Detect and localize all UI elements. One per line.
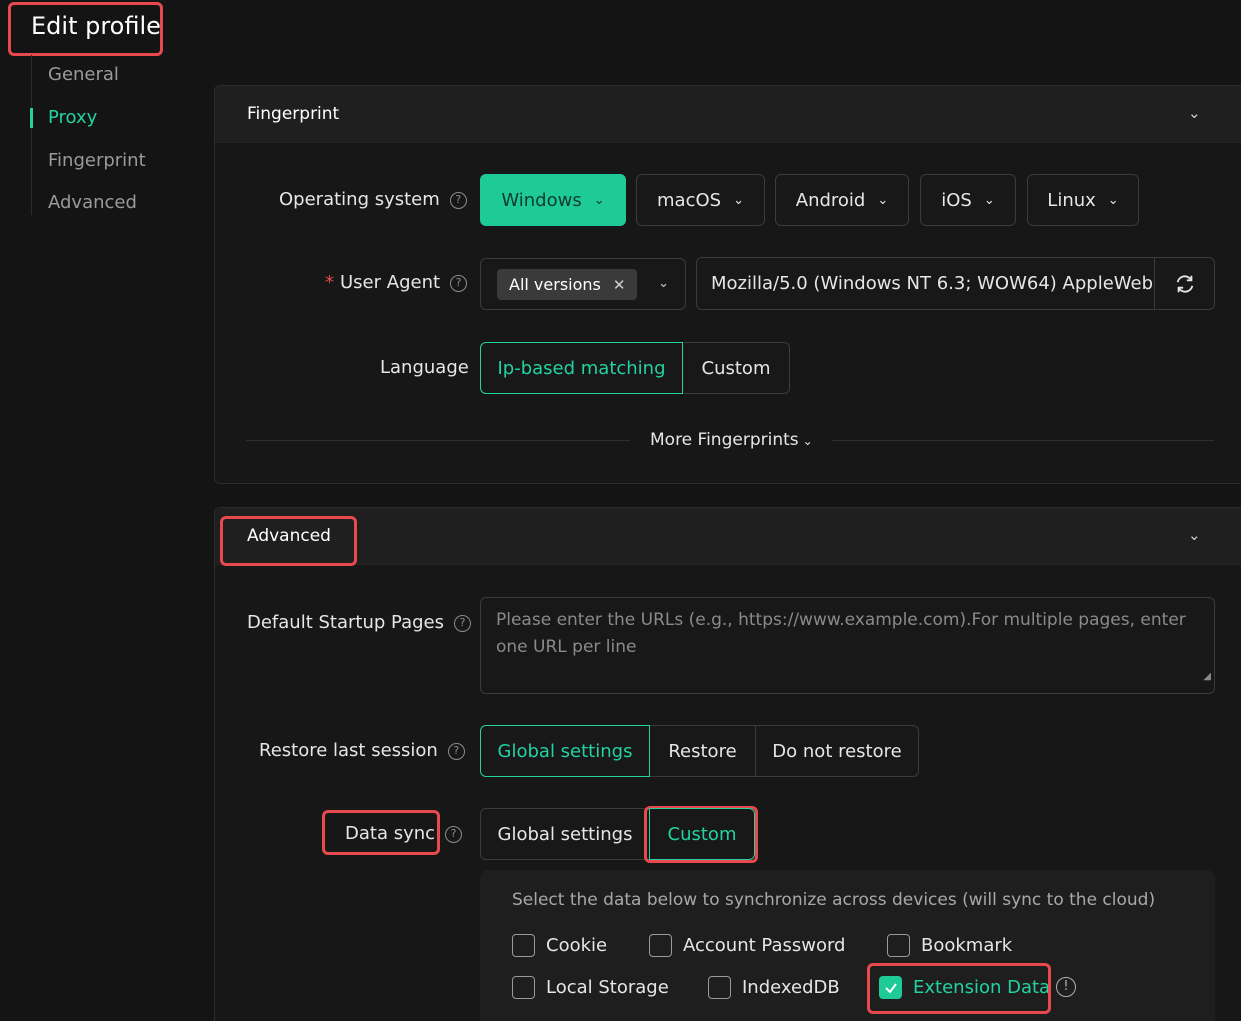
checkbox-label: Bookmark: [921, 935, 1013, 956]
data-sync-option-global[interactable]: Global settings: [480, 808, 650, 860]
advanced-title: Advanced: [247, 526, 331, 546]
chevron-down-icon: ⌄: [1107, 192, 1119, 208]
fingerprint-header[interactable]: Fingerprint ⌄: [215, 86, 1241, 143]
check-icon: [884, 982, 897, 994]
sidebar-active-indicator: [30, 108, 33, 128]
chevron-down-icon: ⌄: [877, 192, 889, 208]
version-tag: All versions ✕: [497, 269, 638, 300]
chevron-down-icon[interactable]: ⌄: [1188, 526, 1201, 544]
checkbox-box[interactable]: [879, 976, 902, 999]
chevron-down-icon: ⌄: [593, 192, 605, 208]
divider: [832, 440, 1214, 441]
restore-option-do-not-restore[interactable]: Do not restore: [755, 725, 919, 777]
refresh-button[interactable]: [1154, 257, 1215, 310]
close-icon[interactable]: ✕: [613, 276, 626, 294]
startup-pages-textarea[interactable]: Please enter the URLs (e.g., https://www…: [480, 597, 1215, 694]
sidebar-item-proxy[interactable]: Proxy: [48, 107, 97, 128]
page-title: Edit profile: [31, 12, 161, 40]
chevron-down-icon: ⌄: [983, 192, 995, 208]
data-sync-label: Data sync?: [345, 823, 463, 844]
help-icon[interactable]: ?: [447, 742, 465, 760]
os-option-macos[interactable]: macOS ⌄: [636, 174, 765, 226]
os-option-label: macOS: [657, 189, 722, 211]
startup-pages-label-text: Default Startup Pages: [247, 612, 444, 633]
language-label: Language: [380, 357, 469, 378]
checkbox-label: Extension Data: [913, 977, 1051, 998]
sidebar-item-advanced[interactable]: Advanced: [48, 192, 137, 213]
chevron-down-icon: ⌄: [802, 434, 813, 448]
os-option-label: iOS: [941, 189, 972, 211]
language-option-ip[interactable]: Ip-based matching: [480, 342, 683, 394]
divider: [246, 440, 630, 441]
os-option-windows[interactable]: Windows ⌄: [480, 174, 626, 226]
ua-version-select[interactable]: All versions ✕ ⌄: [480, 258, 686, 310]
os-option-label: Linux: [1047, 189, 1096, 211]
language-selector: Ip-based matching Custom: [480, 342, 790, 394]
checkbox-local-storage[interactable]: Local Storage: [512, 976, 669, 999]
data-sync-option-custom[interactable]: Custom: [649, 808, 755, 860]
checkbox-label: Account Password: [683, 935, 846, 956]
chevron-down-icon: ⌄: [658, 276, 669, 291]
restore-option-global[interactable]: Global settings: [480, 725, 650, 777]
language-option-custom[interactable]: Custom: [682, 342, 790, 394]
startup-pages-label: Default Startup Pages?: [247, 612, 471, 633]
chevron-down-icon: ⌄: [733, 192, 744, 208]
sidebar-item-fingerprint[interactable]: Fingerprint: [48, 150, 146, 171]
user-agent-label: * User Agent?: [325, 272, 468, 293]
os-label-text: Operating system: [279, 189, 440, 210]
checkbox-label: Cookie: [546, 935, 608, 956]
info-icon[interactable]: !: [1056, 977, 1076, 997]
user-agent-input[interactable]: Mozilla/5.0 (Windows NT 6.3; WOW64) Appl…: [696, 257, 1156, 310]
sync-description: Select the data below to synchronize acr…: [512, 890, 1156, 910]
version-tag-label: All versions: [509, 275, 601, 294]
checkbox-box[interactable]: [708, 976, 731, 999]
data-sync-selector: Global settings Custom: [480, 808, 755, 860]
more-fingerprints-link[interactable]: More Fingerprints ⌄: [650, 430, 813, 450]
os-option-label: Windows: [501, 189, 582, 211]
help-icon[interactable]: ?: [449, 191, 467, 209]
checkbox-indexeddb[interactable]: IndexedDB: [708, 976, 840, 999]
more-fingerprints-label: More Fingerprints: [650, 430, 799, 450]
sidebar-item-general[interactable]: General: [48, 64, 119, 85]
resize-handle-icon[interactable]: ◢: [1203, 663, 1211, 690]
restore-session-label-text: Restore last session: [259, 740, 438, 761]
os-option-android[interactable]: Android ⌄: [775, 174, 909, 226]
os-option-ios[interactable]: iOS ⌄: [920, 174, 1016, 226]
checkbox-box[interactable]: [649, 934, 672, 957]
help-icon[interactable]: ?: [445, 825, 463, 843]
os-option-label: Android: [795, 189, 866, 211]
checkbox-bookmark[interactable]: Bookmark: [887, 934, 1012, 957]
refresh-icon: [1176, 274, 1193, 293]
checkbox-cookie[interactable]: Cookie: [512, 934, 607, 957]
checkbox-box[interactable]: [512, 934, 535, 957]
user-agent-label-text: User Agent: [340, 272, 441, 293]
required-marker: *: [325, 272, 334, 293]
checkbox-account-password[interactable]: Account Password: [649, 934, 845, 957]
os-option-linux[interactable]: Linux ⌄: [1027, 174, 1139, 226]
checkbox-label: Local Storage: [546, 977, 669, 998]
fingerprint-title: Fingerprint: [247, 104, 340, 124]
restore-option-restore[interactable]: Restore: [649, 725, 756, 777]
help-icon[interactable]: ?: [450, 274, 468, 292]
checkbox-extension-data[interactable]: Extension Data: [879, 976, 1050, 999]
startup-pages-placeholder: Please enter the URLs (e.g., https://www…: [496, 610, 1186, 657]
checkbox-label: IndexedDB: [742, 977, 840, 998]
data-sync-label-text: Data sync: [345, 823, 436, 844]
advanced-header[interactable]: Advanced ⌄: [215, 508, 1241, 565]
restore-session-selector: Global settings Restore Do not restore: [480, 725, 919, 777]
help-icon[interactable]: ?: [453, 614, 471, 632]
chevron-down-icon[interactable]: ⌄: [1188, 104, 1201, 122]
checkbox-box[interactable]: [887, 934, 910, 957]
os-label: Operating system?: [279, 189, 467, 210]
checkbox-box[interactable]: [512, 976, 535, 999]
restore-session-label: Restore last session?: [259, 740, 465, 761]
sidebar-nav: [31, 55, 34, 215]
